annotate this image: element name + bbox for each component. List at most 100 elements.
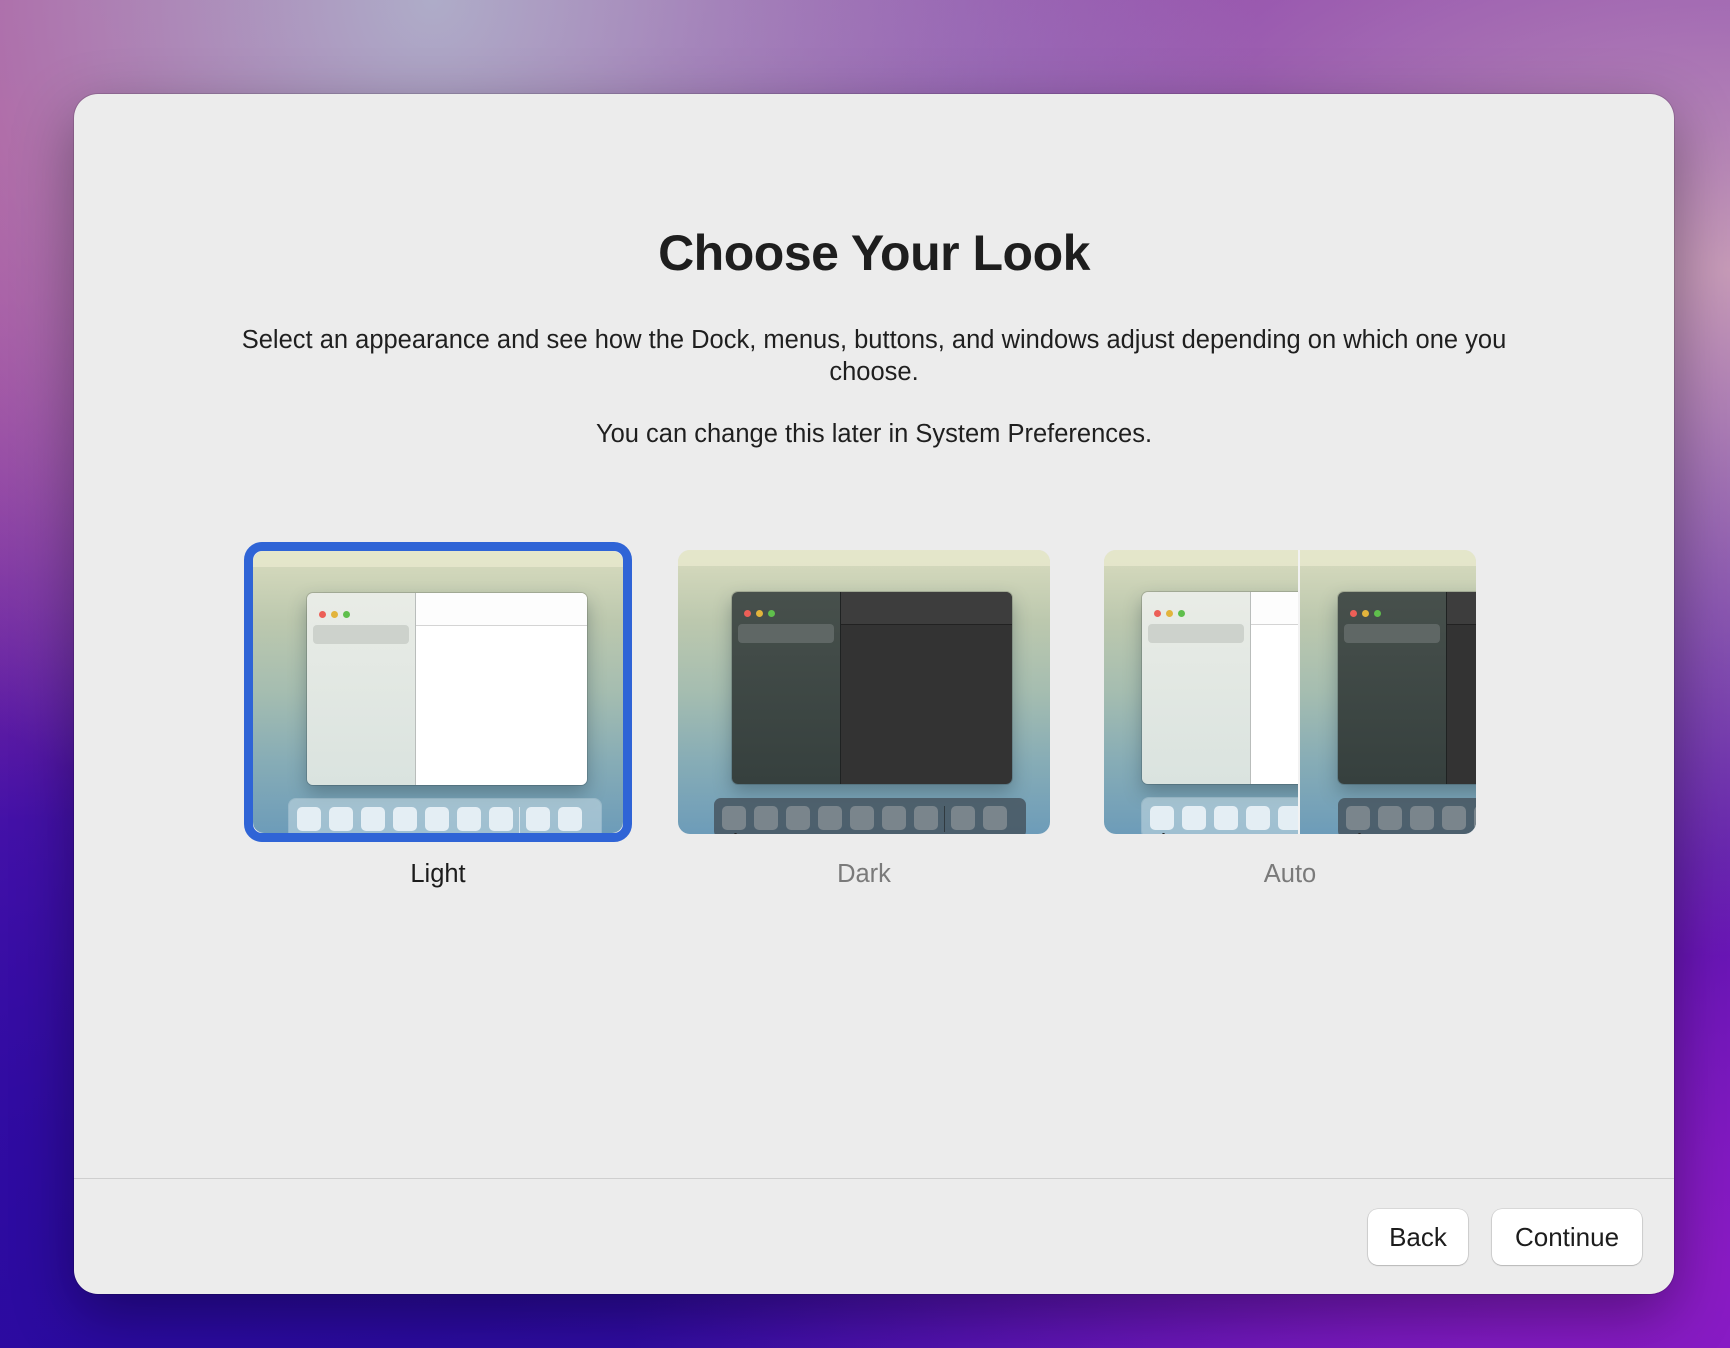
- dock-app-icon: [1346, 806, 1370, 830]
- minimize-dot-icon: [1362, 610, 1369, 617]
- setup-assistant-window: Choose Your Look Select an appearance an…: [74, 94, 1674, 1294]
- close-dot-icon: [1350, 610, 1357, 617]
- minimize-dot-icon: [1166, 610, 1173, 617]
- dock-app-icon: [361, 807, 385, 831]
- preview-dock: [1338, 798, 1476, 834]
- dock-app-icon: [489, 807, 513, 831]
- light-preview: [253, 551, 623, 833]
- preview-toolbar: [1447, 592, 1476, 625]
- preview-sidebar-selection: [313, 625, 409, 644]
- auto-split-divider: [1298, 550, 1300, 834]
- preview-sidebar: [1338, 592, 1447, 784]
- traffic-lights: [319, 605, 355, 623]
- zoom-dot-icon: [768, 610, 775, 617]
- preview-dock: [289, 799, 601, 833]
- page-description: Select an appearance and see how the Doc…: [241, 326, 1507, 386]
- preview-content: [1447, 592, 1476, 784]
- preview-window-light: [1142, 592, 1298, 784]
- preview-dock: [1142, 798, 1298, 834]
- preview-dock: [714, 798, 1026, 834]
- dock-app-icon: [722, 806, 746, 830]
- preview-sidebar-selection: [1148, 624, 1244, 643]
- minimize-dot-icon: [331, 611, 338, 618]
- close-dot-icon: [744, 610, 751, 617]
- dock-app-icon: [818, 806, 842, 830]
- dock-running-indicator: [734, 833, 737, 834]
- dark-preview: [678, 550, 1050, 834]
- back-button[interactable]: Back: [1368, 1209, 1468, 1265]
- dock-app-icon: [393, 807, 417, 831]
- dock-app-icon: [1474, 806, 1476, 830]
- preview-sidebar: [307, 593, 416, 785]
- traffic-lights: [1350, 604, 1386, 622]
- preview-toolbar: [1251, 592, 1298, 625]
- preview-sidebar: [1142, 592, 1251, 784]
- close-dot-icon: [319, 611, 326, 618]
- dock-separator: [519, 807, 520, 833]
- appearance-label-light: Light: [410, 860, 466, 888]
- dock-app-icon: [786, 806, 810, 830]
- appearance-option-light[interactable]: Light: [244, 542, 632, 889]
- dock-folder-icon: [951, 806, 975, 830]
- preview-content: [416, 593, 587, 785]
- dock-app-icon: [457, 807, 481, 831]
- dock-app-icon: [1214, 806, 1238, 830]
- dock-app-icon: [1182, 806, 1206, 830]
- auto-light-half: [1104, 550, 1298, 834]
- preview-sidebar-selection: [738, 624, 834, 643]
- dock-app-icon: [914, 806, 938, 830]
- close-dot-icon: [1154, 610, 1161, 617]
- appearance-thumbnail-light[interactable]: [244, 542, 632, 842]
- dock-running-indicator: [1162, 833, 1165, 834]
- page-title: Choose Your Look: [658, 225, 1090, 281]
- dock-app-icon: [754, 806, 778, 830]
- dock-separator: [944, 806, 945, 832]
- preview-window-dark: [1338, 592, 1476, 784]
- preview-menubar: [1300, 550, 1476, 566]
- traffic-lights: [744, 604, 780, 622]
- preview-menubar: [678, 550, 1050, 566]
- dock-trash-icon: [983, 806, 1007, 830]
- zoom-dot-icon: [343, 611, 350, 618]
- dock-app-icon: [1150, 806, 1174, 830]
- preview-toolbar: [841, 592, 1012, 625]
- minimize-dot-icon: [756, 610, 763, 617]
- preview-sidebar-selection: [1344, 624, 1440, 643]
- appearance-label-auto: Auto: [1263, 860, 1317, 888]
- auto-preview: [1104, 550, 1476, 834]
- dock-app-icon: [1442, 806, 1466, 830]
- preview-window-light: [307, 593, 587, 785]
- preview-menubar: [253, 551, 623, 567]
- zoom-dot-icon: [1374, 610, 1381, 617]
- zoom-dot-icon: [1178, 610, 1185, 617]
- dock-folder-icon: [526, 807, 550, 831]
- dock-app-icon: [850, 806, 874, 830]
- dock-app-icon: [329, 807, 353, 831]
- appearance-thumbnail-auto[interactable]: [1096, 542, 1484, 842]
- footer-divider: [74, 1178, 1674, 1179]
- dock-app-icon: [297, 807, 321, 831]
- dock-trash-icon: [558, 807, 582, 831]
- dock-app-icon: [1246, 806, 1270, 830]
- preview-menubar: [1104, 550, 1298, 566]
- appearance-option-auto[interactable]: Auto: [1096, 542, 1484, 889]
- dock-app-icon: [1410, 806, 1434, 830]
- preview-window-dark: [732, 592, 1012, 784]
- preview-content: [841, 592, 1012, 784]
- dock-app-icon: [882, 806, 906, 830]
- dock-app-icon: [425, 807, 449, 831]
- page-note: You can change this later in System Pref…: [595, 420, 1153, 448]
- dock-app-icon: [1278, 806, 1298, 830]
- appearance-label-dark: Dark: [837, 860, 891, 888]
- traffic-lights: [1154, 604, 1190, 622]
- preview-sidebar: [732, 592, 841, 784]
- appearance-option-dark[interactable]: Dark: [670, 542, 1058, 889]
- auto-dark-half: [1300, 550, 1476, 834]
- auto-dark-inner: [1300, 550, 1476, 834]
- dock-app-icon: [1378, 806, 1402, 830]
- continue-button[interactable]: Continue: [1492, 1209, 1642, 1265]
- preview-content: [1251, 592, 1298, 784]
- appearance-thumbnail-dark[interactable]: [670, 542, 1058, 842]
- dock-running-indicator: [1358, 833, 1361, 834]
- preview-toolbar: [416, 593, 587, 626]
